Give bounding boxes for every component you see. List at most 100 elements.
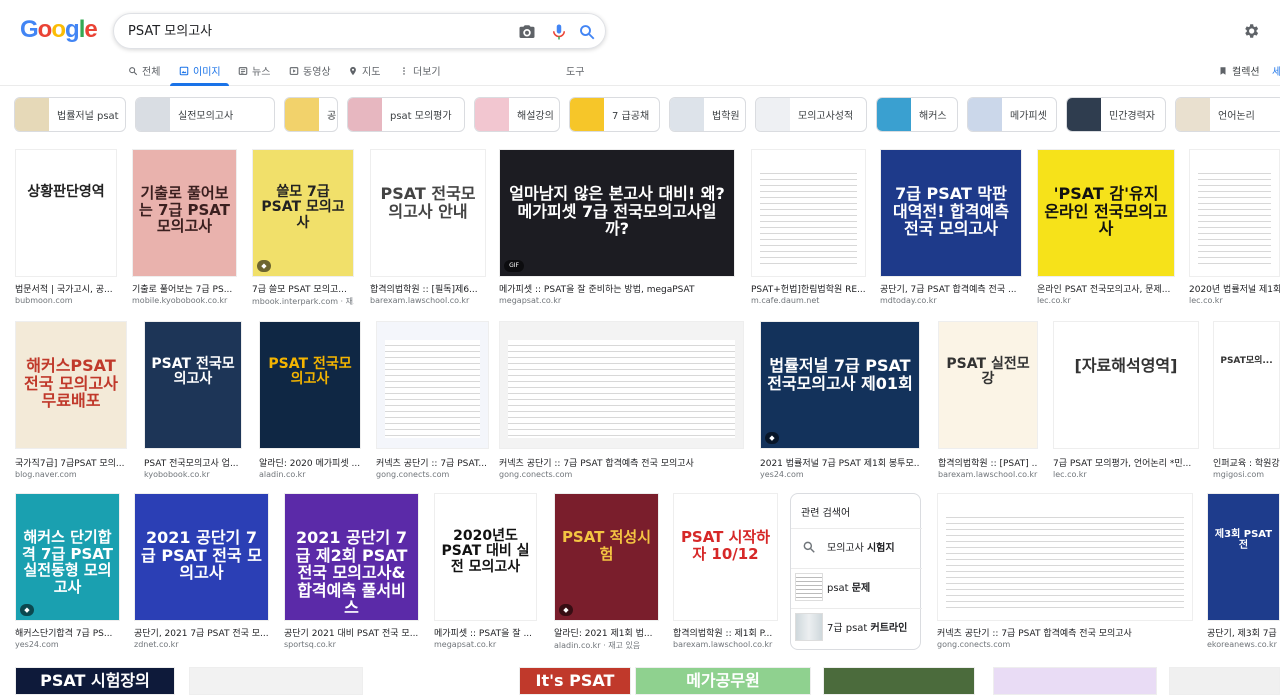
result-thumbnail[interactable]: 2021 공단기 7급 제2회 PSAT 전국 모의고사& 합격예측 풀서비스 bbox=[284, 493, 419, 621]
result-thumbnail[interactable]: PSAT 전국모의고사 bbox=[144, 321, 242, 449]
image-result-card[interactable]: 상황판단영역 법문서적 | 국가고시, 공... bubmoon.com bbox=[15, 149, 117, 307]
chip-5[interactable]: 해설강의 bbox=[474, 97, 560, 132]
chip-11[interactable]: 민간경력자 bbox=[1066, 97, 1166, 132]
related-search-item[interactable]: 7급 psat 커트라인 bbox=[791, 608, 922, 644]
chip-12[interactable]: 언어논리 bbox=[1175, 97, 1280, 132]
result-thumbnail[interactable]: 'PSAT 감'유지 온라인 전국모의고사 bbox=[1037, 149, 1175, 277]
result-title[interactable]: 7급 PSAT 모의평가, 언어논리 *민... bbox=[1053, 456, 1199, 469]
result-source[interactable]: barexam.lawschool.co.kr bbox=[370, 296, 486, 305]
result-thumbnail[interactable]: PSAT모의... bbox=[1213, 321, 1280, 449]
result-thumbnail[interactable]: PSAT 전국모의고사 안내 bbox=[370, 149, 486, 277]
result-source[interactable]: aladin.co.kr · 재고 있음 bbox=[554, 640, 659, 651]
result-thumbnail[interactable] bbox=[376, 321, 489, 449]
image-result-card[interactable]: 'PSAT 감'유지 온라인 전국모의고사온라인 PSAT 전국모의고사, 문제… bbox=[1037, 149, 1175, 307]
tools-button[interactable]: 도구 bbox=[566, 63, 584, 78]
result-title[interactable]: 공단기, 7급 PSAT 합격예측 전국 ... bbox=[880, 282, 1022, 295]
result-title[interactable]: 메가피셋 :: PSAT을 잘 준비하는 방법, megaPSAT bbox=[499, 282, 735, 295]
result-title[interactable]: 합격의법학원 :: [PSAT] ... bbox=[938, 456, 1038, 469]
result-source[interactable]: lec.co.kr bbox=[1053, 470, 1199, 479]
result-source[interactable]: mdtoday.co.kr bbox=[880, 296, 1022, 305]
image-result-card[interactable]: 커넥츠 공단기 :: 7급 PSAT 합격예측 전국 모의고사 gong.cone… bbox=[937, 493, 1193, 651]
image-result-card[interactable]: PSAT 전국모의고사 안내합격의법학원 :: [필독]제6... barexam… bbox=[370, 149, 486, 307]
image-result-card[interactable]: 2020년 법률저널 제1회 PS...lec.co.kr bbox=[1189, 149, 1280, 307]
image-result-card[interactable]: 메가공무원 bbox=[635, 667, 811, 695]
result-thumbnail[interactable]: 해커스PSAT 전국 모의고사 무료배포 bbox=[15, 321, 127, 449]
result-title[interactable]: 7급 쓸모 PSAT 모의고... bbox=[252, 282, 354, 295]
result-title[interactable]: 인퍼교육 : 학원강... bbox=[1213, 456, 1280, 469]
result-thumbnail[interactable] bbox=[993, 667, 1157, 695]
image-result-card[interactable]: 쓸모 7급 PSAT 모의고사 ◆ 7급 쓸모 PSAT 모의고... mbook.i… bbox=[252, 149, 354, 307]
result-title[interactable]: 법문서적 | 국가고시, 공... bbox=[15, 282, 117, 295]
result-title[interactable]: 2021 법률저널 7급 PSAT 제1회 봉투모... bbox=[760, 456, 920, 469]
result-title[interactable]: PSAT+헌법]한림법학원 RE... bbox=[751, 282, 866, 295]
result-source[interactable]: yes24.com bbox=[760, 470, 920, 479]
image-result-card[interactable]: 7급 PSAT 막판 대역전! 합격예측 전국 모의고사공단기, 7급 PSAT… bbox=[880, 149, 1022, 307]
related-search-item[interactable]: 모의고사 시험지 bbox=[791, 528, 922, 564]
chip-7[interactable]: 법학원 bbox=[669, 97, 746, 132]
result-source[interactable]: mobile.kyobobook.co.kr bbox=[132, 296, 237, 305]
tab-images[interactable]: 이미지 bbox=[179, 63, 221, 78]
result-thumbnail[interactable]: 해커스 단기합격 7급 PSAT 실전동형 모의고사 ◆ bbox=[15, 493, 120, 621]
result-thumbnail[interactable] bbox=[937, 493, 1193, 621]
chip-8[interactable]: 모의고사성적 bbox=[755, 97, 867, 132]
search-input[interactable] bbox=[128, 22, 488, 37]
image-result-card[interactable]: 법률저널 7급 PSAT 전국모의고사 제01회 ◆ 2021 법률저널 7급 PS… bbox=[760, 321, 920, 479]
result-title[interactable]: 온라인 PSAT 전국모의고사, 문제... bbox=[1037, 282, 1175, 295]
result-title[interactable]: 커넥츠 공단기 :: 7급 PSAT 합격예측 전국 모의고사 bbox=[937, 626, 1193, 639]
image-result-card[interactable]: PSAT 적성시험 ◆ 알라딘: 2021 제1회 법... aladin.co.kr… bbox=[554, 493, 659, 651]
google-logo[interactable]: Google bbox=[20, 16, 98, 44]
result-source[interactable]: sportsq.co.kr bbox=[284, 640, 419, 649]
image-result-card[interactable]: PSAT 실전모강 합격의법학원 :: [PSAT] ... barexam.law… bbox=[938, 321, 1038, 479]
microphone-icon[interactable] bbox=[550, 23, 568, 41]
result-thumbnail[interactable] bbox=[1169, 667, 1280, 695]
tab-news[interactable]: 뉴스 bbox=[238, 63, 270, 78]
result-source[interactable]: lec.co.kr bbox=[1037, 296, 1175, 305]
result-title[interactable]: 커넥츠 공단기 :: 7급 PSAT... bbox=[376, 456, 489, 469]
chip-6[interactable]: 7 급공채 bbox=[569, 97, 660, 132]
result-thumbnail[interactable]: It's PSAT bbox=[519, 667, 631, 695]
result-source[interactable]: blog.naver.com bbox=[15, 470, 127, 479]
image-result-card[interactable] bbox=[993, 667, 1157, 695]
image-result-card[interactable] bbox=[189, 667, 363, 695]
chip-3[interactable]: 공단기 bbox=[284, 97, 338, 132]
result-title[interactable]: 해커스단기합격 7급 PS... bbox=[15, 626, 120, 639]
result-thumbnail[interactable]: 2020년도 PSAT 대비 실전 모의고사 bbox=[434, 493, 537, 621]
result-thumbnail[interactable]: 메가공무원 bbox=[635, 667, 811, 695]
chip-4[interactable]: psat 모의평가 bbox=[347, 97, 465, 132]
result-thumbnail[interactable]: 제3회 PSAT 전 bbox=[1207, 493, 1280, 621]
result-thumbnail[interactable] bbox=[751, 149, 866, 277]
result-thumbnail[interactable]: PSAT 적성시험 ◆ bbox=[554, 493, 659, 621]
search-box[interactable] bbox=[113, 13, 606, 49]
result-title[interactable]: 알라딘: 2021 제1회 법... bbox=[554, 626, 659, 639]
result-source[interactable]: barexam.lawschool.co.kr bbox=[938, 470, 1038, 479]
result-source[interactable]: mbook.interpark.com · 재... bbox=[252, 296, 354, 307]
result-source[interactable]: lec.co.kr bbox=[1189, 296, 1280, 305]
result-thumbnail[interactable]: 기출로 풀어보는 7급 PSAT 모의고사 bbox=[132, 149, 237, 277]
search-icon[interactable] bbox=[578, 23, 596, 41]
result-thumbnail[interactable]: 7급 PSAT 막판 대역전! 합격예측 전국 모의고사 bbox=[880, 149, 1022, 277]
image-result-card[interactable]: 커넥츠 공단기 :: 7급 PSAT... gong.conects.com bbox=[376, 321, 489, 479]
tab-all[interactable]: 전체 bbox=[128, 63, 160, 78]
result-source[interactable]: zdnet.co.kr bbox=[134, 640, 269, 649]
result-thumbnail[interactable] bbox=[499, 321, 744, 449]
result-title[interactable]: 2020년 법률저널 제1회 PS... bbox=[1189, 282, 1280, 295]
result-thumbnail[interactable]: [자료해석영역] bbox=[1053, 321, 1199, 449]
image-result-card[interactable] bbox=[823, 667, 975, 695]
result-title[interactable]: PSAT 전국모의고사 업... bbox=[144, 456, 242, 469]
result-thumbnail[interactable]: 2021 공단기 7급 PSAT 전국 모의고사 bbox=[134, 493, 269, 621]
result-thumbnail[interactable]: PSAT 시작하자 10/12 bbox=[673, 493, 778, 621]
result-title[interactable]: 합격의법학원 :: [필독]제6... bbox=[370, 282, 486, 295]
result-title[interactable]: 공단기, 2021 7급 PSAT 전국 모... bbox=[134, 626, 269, 639]
result-thumbnail[interactable] bbox=[823, 667, 975, 695]
image-result-card[interactable] bbox=[1169, 667, 1280, 695]
image-result-card[interactable]: 얼마남지 않은 본고사 대비! 왜? 메가피셋 7급 전국모의고사일까? GIF 메… bbox=[499, 149, 735, 307]
result-title[interactable]: 메가피셋 :: PSAT을 잘 ... bbox=[434, 626, 537, 639]
result-source[interactable]: m.cafe.daum.net bbox=[751, 296, 866, 305]
safesearch-button[interactable]: 세 bbox=[1272, 63, 1280, 78]
image-result-card[interactable]: 해커스PSAT 전국 모의고사 무료배포 국가직7급] 7급PSAT 모의... b… bbox=[15, 321, 127, 479]
result-thumbnail[interactable]: 쓸모 7급 PSAT 모의고사 ◆ bbox=[252, 149, 354, 277]
image-result-card[interactable]: PSAT 전국모의고사 알라딘: 2020 메가피셋 ... aladin.co.k… bbox=[259, 321, 361, 479]
result-title[interactable]: 공단기 2021 대비 PSAT 전국 모... bbox=[284, 626, 419, 639]
image-result-card[interactable]: 기출로 풀어보는 7급 PSAT 모의고사 기출로 풀어보는 7급 PS... mo… bbox=[132, 149, 237, 307]
result-source[interactable]: megapsat.co.kr bbox=[499, 296, 735, 305]
